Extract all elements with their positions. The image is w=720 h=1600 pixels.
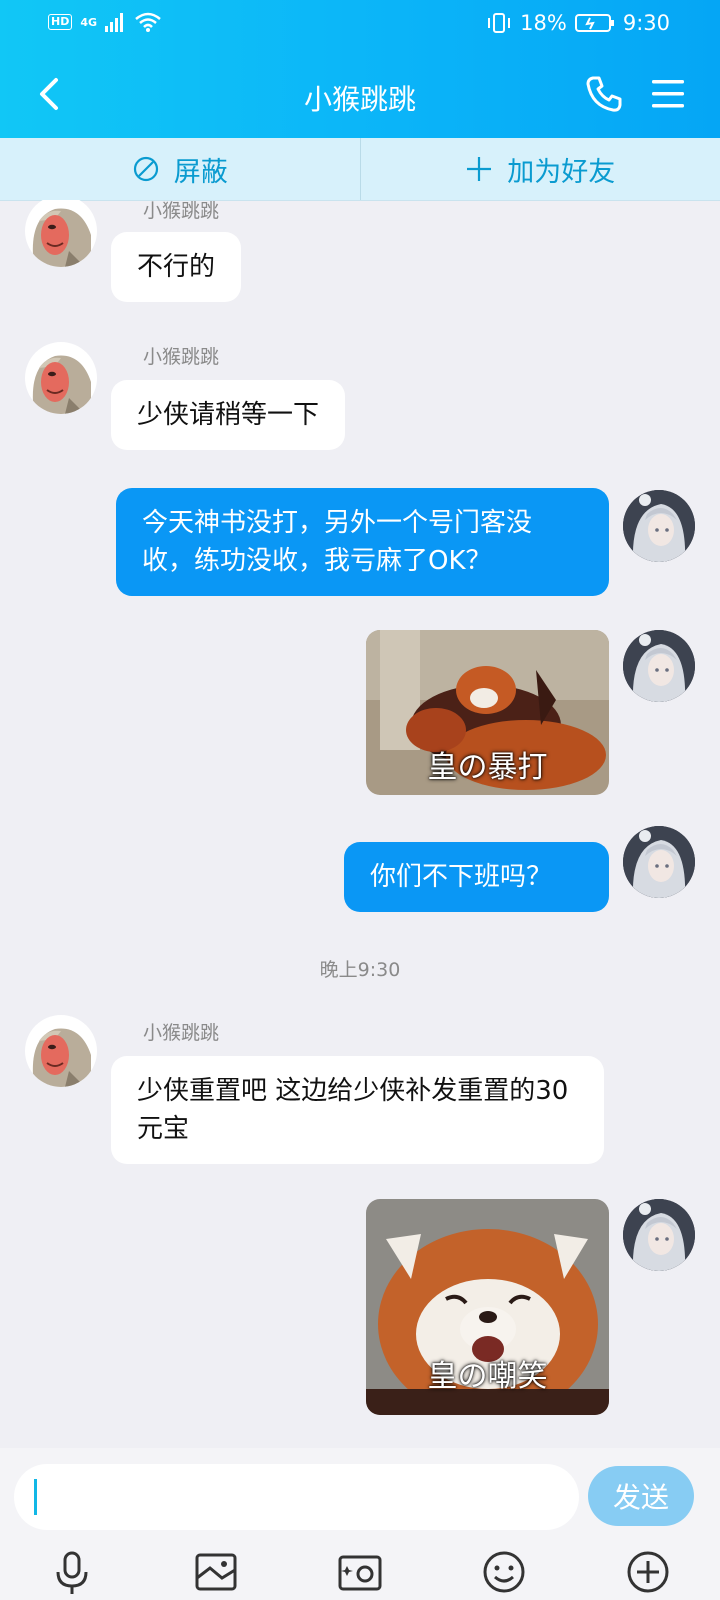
- message-bubble-incoming[interactable]: 少侠重置吧 这边给少侠补发重置的30元宝: [111, 1056, 604, 1164]
- contact-avatar[interactable]: [25, 200, 97, 267]
- my-avatar[interactable]: [623, 826, 695, 898]
- sender-name: 小猴跳跳: [143, 346, 220, 368]
- battery-icon: [574, 14, 614, 32]
- message-bubble-outgoing[interactable]: 今天神书没打，另外一个号门客没收，练功没收，我亏麻了OK？: [116, 488, 609, 596]
- plus-icon: [467, 157, 492, 181]
- input-area: 发送: [0, 1448, 720, 1600]
- menu-button[interactable]: [650, 76, 686, 112]
- voice-button[interactable]: [48, 1548, 96, 1596]
- plus-icon: [627, 1551, 669, 1593]
- emoji-icon: [483, 1551, 525, 1593]
- camera-button[interactable]: [336, 1548, 384, 1596]
- monkey-avatar-icon: [32, 208, 91, 267]
- block-label: 屏蔽: [173, 156, 228, 188]
- status-bar: HD 4G 18% 9:30: [0, 0, 720, 48]
- anime-avatar-icon: [623, 490, 695, 562]
- microphone-icon: [56, 1551, 88, 1594]
- call-button[interactable]: [584, 74, 624, 114]
- image-icon: [195, 1553, 237, 1591]
- message-list[interactable]: 小猴跳跳 不行的 小猴跳跳 少侠请稍等一下 今天神书没打，另外一个号门客没收，练…: [0, 200, 720, 1448]
- contact-avatar[interactable]: [25, 1015, 97, 1087]
- contact-avatar[interactable]: [25, 342, 97, 414]
- send-button[interactable]: 发送: [588, 1466, 694, 1526]
- block-icon: [133, 156, 158, 182]
- sender-name: 小猴跳跳: [143, 1022, 220, 1044]
- header: HD 4G 18% 9:30 小猴跳跳: [0, 0, 720, 138]
- hd-badge: HD: [48, 14, 73, 30]
- anime-avatar-icon: [623, 826, 695, 898]
- image-button[interactable]: [192, 1548, 240, 1596]
- signal-icon: [105, 13, 124, 32]
- network-label: 4G: [80, 15, 98, 29]
- camera-icon: [338, 1555, 382, 1591]
- hamburger-icon: [652, 80, 684, 108]
- text-caret: [34, 1479, 37, 1515]
- input-toolbar: [0, 1548, 720, 1600]
- anime-avatar-icon: [623, 1199, 695, 1271]
- clock: 9:30: [622, 11, 670, 35]
- add-friend-label: 加为好友: [507, 156, 616, 188]
- sticker-caption: 皇の嘲笑: [427, 1359, 548, 1394]
- block-button[interactable]: 屏蔽: [0, 138, 360, 200]
- vibrate-icon: [488, 13, 511, 33]
- more-button[interactable]: [624, 1548, 672, 1596]
- message-input[interactable]: [14, 1464, 579, 1530]
- sticker-caption: 皇の暴打: [427, 750, 548, 785]
- monkey-avatar-icon: [32, 355, 91, 414]
- sticker-image[interactable]: 皇の暴打: [366, 630, 609, 795]
- battery-percent: 18%: [520, 11, 567, 35]
- wifi-icon: [135, 12, 161, 32]
- message-bubble-outgoing[interactable]: 你们不下班吗？: [344, 842, 609, 912]
- action-bar: 屏蔽 加为好友: [0, 138, 720, 201]
- anime-avatar-icon: [623, 630, 695, 702]
- title-bar: 小猴跳跳: [0, 58, 720, 132]
- monkey-avatar-icon: [32, 1028, 91, 1087]
- sender-name: 小猴跳跳: [143, 200, 220, 222]
- sticker-image[interactable]: 皇の嘲笑: [366, 1199, 609, 1415]
- my-avatar[interactable]: [623, 490, 695, 562]
- emoji-button[interactable]: [480, 1548, 528, 1596]
- my-avatar[interactable]: [623, 1199, 695, 1271]
- phone-icon: [586, 76, 622, 112]
- add-friend-button[interactable]: 加为好友: [361, 138, 720, 200]
- message-bubble-incoming[interactable]: 少侠请稍等一下: [111, 380, 346, 450]
- message-bubble-incoming[interactable]: 不行的: [111, 232, 242, 302]
- my-avatar[interactable]: [623, 630, 695, 702]
- timestamp: 晚上9:30: [319, 959, 401, 981]
